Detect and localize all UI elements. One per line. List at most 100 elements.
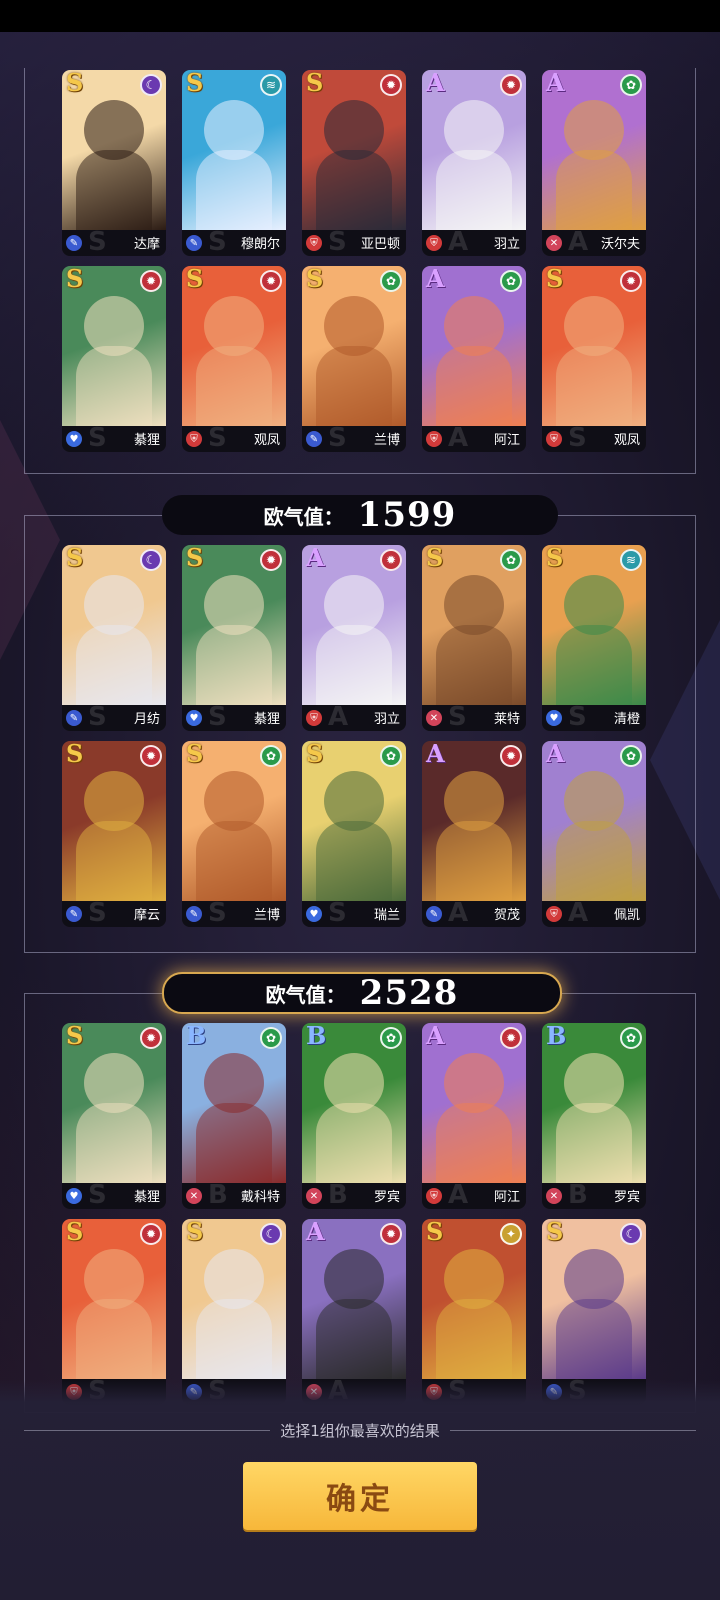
hero-body <box>436 1299 512 1379</box>
tier-watermark: S <box>328 227 347 256</box>
rank-badge: S <box>426 1219 444 1246</box>
divider-right <box>449 1429 697 1431</box>
rank-badge: S <box>66 70 84 97</box>
card-footer: S ✎ 摩云 <box>62 900 166 927</box>
hero-card[interactable]: S⛨S✦ <box>422 1219 526 1405</box>
hero-card[interactable]: S ⛨ 观凤 S ✹ <box>542 266 646 452</box>
hero-card[interactable]: S ⛨ 观凤 S ✹ <box>182 266 286 452</box>
mage-role-icon: ✎ <box>306 431 322 447</box>
card-footer: S ⛨ 亚巴顿 <box>302 227 406 256</box>
rank-badge: A <box>306 545 325 572</box>
hero-card[interactable]: S ♥ 綦狸 S ✹ <box>62 1023 166 1209</box>
rank-badge: S <box>546 1219 564 1246</box>
fire-element-icon: ✹ <box>500 745 522 767</box>
hero-body <box>556 346 632 426</box>
card-footer: S ♥ 瑞兰 <box>302 900 406 927</box>
hero-card[interactable]: S ✎ 月纺 S ☾ <box>62 545 166 731</box>
hero-card[interactable]: A✕A✹ <box>302 1219 406 1405</box>
tier-watermark: S <box>88 702 107 731</box>
rank-badge: A <box>306 1219 325 1246</box>
hero-card[interactable]: A ⛨ 羽立 A ✹ <box>302 545 406 731</box>
hero-name: 穆朗尔 <box>240 237 280 252</box>
hero-card[interactable]: A ⛨ 阿江 A ✿ <box>422 266 526 452</box>
card-footer: A ⛨ 羽立 <box>422 229 526 256</box>
hero-card[interactable]: S ♥ 綦狸 S ✹ <box>62 266 166 452</box>
mage-role-icon: ✎ <box>66 710 82 726</box>
hero-body <box>316 150 392 230</box>
hero-card[interactable]: S ⛨ 亚巴顿 S ✹ <box>302 70 406 256</box>
mage-role-icon: ✎ <box>186 235 202 251</box>
hero-card[interactable]: A ⛨ 羽立 A ✹ <box>422 70 526 256</box>
hero-card[interactable]: S ✕ 莱特 S ✿ <box>422 545 526 731</box>
hero-card[interactable]: S ♥ 綦狸 S ✹ <box>182 545 286 731</box>
dark-element-icon: ☾ <box>620 1223 642 1245</box>
wind-element-icon: ✿ <box>620 74 642 96</box>
hero-card[interactable]: S✎S☾ <box>542 1219 646 1405</box>
hero-card[interactable]: S ♥ 瑞兰 S ✿ <box>302 741 406 927</box>
hero-card[interactable]: A ✎ 贺茂 A ✹ <box>422 741 526 927</box>
hero-name: 摩云 <box>133 908 160 923</box>
card-footer: S ♥ 綦狸 <box>62 423 166 452</box>
hero-name: 兰博 <box>373 433 400 448</box>
tier-watermark: S <box>208 702 227 731</box>
fire-element-icon: ✹ <box>140 270 162 292</box>
hero-body <box>196 150 272 230</box>
tier-watermark: A <box>448 1180 469 1209</box>
hero-body <box>76 1103 152 1183</box>
tier-watermark: S <box>88 423 107 452</box>
confirm-label: 确定 <box>326 1482 394 1517</box>
card-footer: S ✎ 穆朗尔 <box>182 229 286 256</box>
dps-role-icon: ✕ <box>306 1188 322 1204</box>
dps-role-icon: ✕ <box>546 235 562 251</box>
hero-card[interactable]: B ✕ 罗宾 B ✿ <box>542 1023 646 1209</box>
confirm-button[interactable]: 确定 <box>243 1462 477 1530</box>
hero-card[interactable]: A ✕ 沃尔夫 A ✿ <box>542 70 646 256</box>
tier-watermark: A <box>568 227 589 256</box>
card-footer: S ✕ 莱特 <box>422 704 526 731</box>
wind-element-icon: ✿ <box>380 1027 402 1049</box>
hero-card[interactable]: S✎S☾ <box>182 1219 286 1405</box>
fire-element-icon: ✹ <box>380 1223 402 1245</box>
hero-body <box>196 821 272 901</box>
hero-card[interactable]: S ✎ 兰博 S ✿ <box>302 266 406 452</box>
hero-card[interactable]: S⛨S✹ <box>62 1219 166 1405</box>
hero-card[interactable]: S ✎ 兰博 S ✿ <box>182 741 286 927</box>
rank-badge: A <box>426 266 445 293</box>
hero-name: 綦狸 <box>133 433 160 448</box>
hero-card[interactable]: A ⛨ 阿江 A ✹ <box>422 1023 526 1209</box>
hero-card[interactable]: S ✎ 穆朗尔 S ≋ <box>182 70 286 256</box>
tank-role-icon: ⛨ <box>306 235 322 251</box>
rank-badge: S <box>306 741 324 768</box>
card-footer: S ✎ 达摩 <box>62 227 166 256</box>
hero-body <box>196 625 272 705</box>
light-element-icon: ✦ <box>500 1223 522 1245</box>
hero-body <box>436 346 512 426</box>
hero-name: 罗宾 <box>613 1190 640 1205</box>
tier-watermark: B <box>568 1180 588 1209</box>
hero-name: 亚巴顿 <box>360 237 400 252</box>
support-role-icon: ♥ <box>546 710 562 726</box>
card-footer: A ⛨ 佩凯 <box>542 898 646 927</box>
tier-watermark: A <box>568 898 589 927</box>
hero-card[interactable]: S ✎ 达摩 S ☾ <box>62 70 166 256</box>
card-footer: S ✎ 兰博 <box>182 900 286 927</box>
hero-card[interactable]: S ♥ 清橙 S ≋ <box>542 545 646 731</box>
hero-name: 达摩 <box>133 237 160 252</box>
rank-badge: B <box>306 1023 327 1050</box>
support-role-icon: ♥ <box>66 1188 82 1204</box>
hero-card[interactable]: S ✎ 摩云 S ✹ <box>62 741 166 927</box>
card-footer: S ♥ 綦狸 <box>182 702 286 731</box>
support-role-icon: ♥ <box>186 710 202 726</box>
tier-watermark: S <box>88 227 107 256</box>
hero-card[interactable]: B ✕ 罗宾 B ✿ <box>302 1023 406 1209</box>
card-footer: A ✕ 沃尔夫 <box>542 227 646 256</box>
score-value: 2528 <box>359 973 459 1013</box>
hero-name: 月纺 <box>133 712 160 727</box>
hero-name: 佩凯 <box>613 908 640 923</box>
rank-badge: S <box>66 1219 84 1246</box>
mage-role-icon: ✎ <box>426 906 442 922</box>
hero-card[interactable]: B ✕ 戴科特 B ✿ <box>182 1023 286 1209</box>
hero-card[interactable]: A ⛨ 佩凯 A ✿ <box>542 741 646 927</box>
wind-element-icon: ✿ <box>380 270 402 292</box>
divider-left <box>24 1429 271 1431</box>
